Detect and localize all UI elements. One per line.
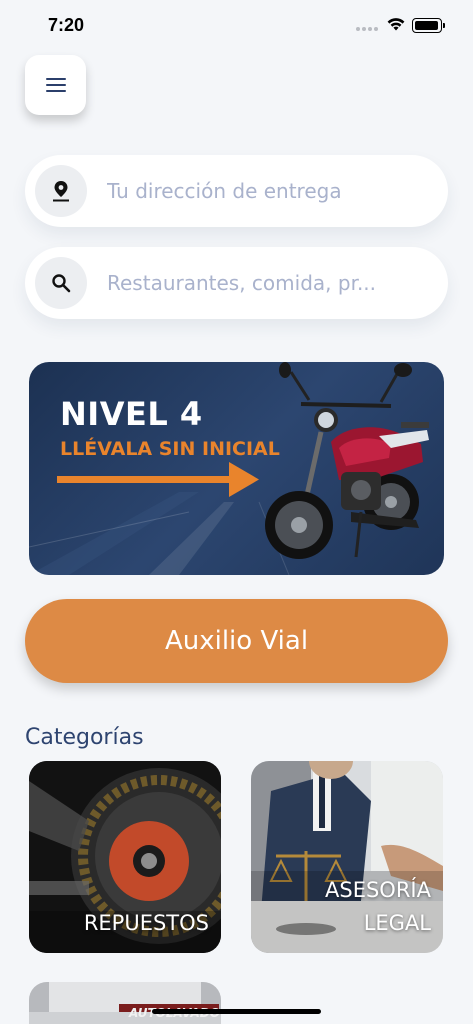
location-pin-icon xyxy=(35,165,87,217)
motorcycle-image xyxy=(265,362,429,559)
address-input[interactable] xyxy=(107,179,427,203)
search-field[interactable] xyxy=(25,247,448,319)
category-label-line1: ASESORÍA xyxy=(325,878,431,902)
promo-banner[interactable]: NIVEL 4 LLÉVALA SIN INICIAL xyxy=(29,362,444,575)
category-card-autolavado[interactable]: AUTOLAVADO xyxy=(29,982,221,1024)
wifi-icon xyxy=(387,18,405,31)
address-field[interactable] xyxy=(25,155,448,227)
menu-button[interactable] xyxy=(25,55,86,115)
search-icon xyxy=(35,257,87,309)
arrow-right-icon xyxy=(57,462,259,497)
menu-icon xyxy=(45,78,66,92)
category-label-line2: LEGAL xyxy=(363,911,431,935)
battery-icon xyxy=(412,18,445,33)
category-card-asesoria-legal[interactable]: ASESORÍA LEGAL xyxy=(251,761,443,953)
banner-title: NIVEL 4 xyxy=(60,395,203,433)
status-time: 7:20 xyxy=(48,15,85,35)
search-input[interactable] xyxy=(107,271,427,295)
categories-title: Categorías xyxy=(25,725,144,750)
category-card-repuestos[interactable]: REPUESTOS xyxy=(29,761,221,953)
cellular-signal-icon xyxy=(356,27,378,31)
banner-subtitle: LLÉVALA SIN INICIAL xyxy=(60,438,280,460)
auxilio-vial-button[interactable]: Auxilio Vial xyxy=(25,599,448,683)
category-label-repuestos: REPUESTOS xyxy=(83,911,209,935)
status-bar: 7:20 xyxy=(0,0,473,50)
home-indicator[interactable] xyxy=(152,1009,321,1014)
category-label-asesoria-legal: ASESORÍA LEGAL xyxy=(325,874,431,940)
